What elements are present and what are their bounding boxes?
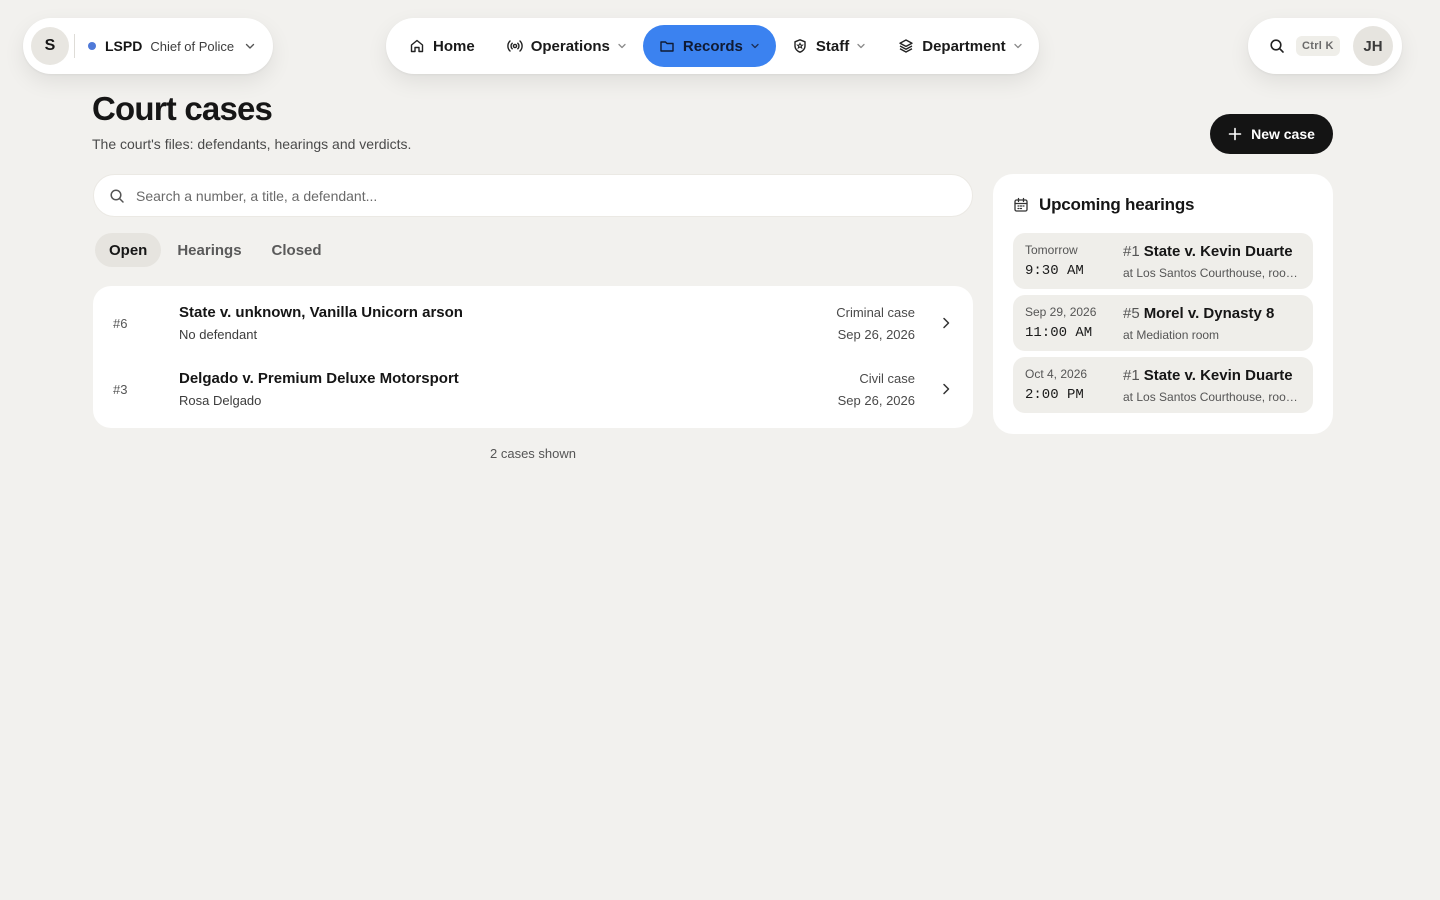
home-icon: [409, 38, 425, 54]
new-case-label: New case: [1251, 126, 1315, 142]
nav-records-label: Records: [682, 37, 743, 55]
search-shortcut-hint: Ctrl K: [1296, 36, 1340, 56]
org-role: Chief of Police: [150, 38, 235, 54]
hearing-date: Oct 4, 2026: [1025, 367, 1088, 381]
layers-icon: [898, 38, 914, 54]
user-avatar[interactable]: JH: [1353, 26, 1393, 66]
hearing-date: Tomorrow: [1025, 243, 1078, 257]
hearing-case-number: #1: [1123, 366, 1140, 384]
hearing-location: at Los Santos Courthouse, room 1: [1123, 265, 1301, 280]
nav-staff[interactable]: Staff: [776, 25, 882, 67]
utility-bar: Ctrl K JH: [1248, 18, 1402, 74]
search-input[interactable]: [136, 187, 956, 204]
new-case-button[interactable]: New case: [1210, 114, 1333, 154]
tab-closed[interactable]: Closed: [258, 233, 336, 267]
hearing-time: 2:00 PM: [1025, 387, 1084, 403]
chevron-right-icon: [939, 316, 953, 330]
chevron-right-icon: [939, 382, 953, 396]
nav-department[interactable]: Department: [882, 25, 1038, 67]
hearing-time: 11:00 AM: [1025, 325, 1093, 341]
hearing-item[interactable]: Tomorrow 9:30 AM #1 State v. Kevin Duarte…: [1013, 233, 1313, 289]
calendar-icon: [1013, 197, 1039, 213]
upcoming-hearings-panel: Upcoming hearings Tomorrow 9:30 AM #1 Sta…: [993, 174, 1333, 434]
case-tabs: Open Hearings Closed: [95, 233, 338, 267]
case-search: [93, 174, 973, 217]
search-icon[interactable]: [1266, 35, 1288, 57]
chevron-down-icon: [856, 41, 866, 51]
divider: [74, 34, 75, 58]
page-subtitle: The court's files: defendants, hearings …: [92, 136, 412, 152]
hearing-item[interactable]: Oct 4, 2026 2:00 PM #1 State v. Kevin Dua…: [1013, 357, 1313, 413]
case-title: State v. unknown, Vanilla Unicorn arson: [179, 304, 463, 321]
case-number: #6: [113, 315, 128, 331]
nav-department-label: Department: [922, 37, 1006, 55]
hearing-location: at Mediation room: [1123, 327, 1220, 342]
panel-title: Upcoming hearings: [1039, 195, 1195, 214]
nav-home-label: Home: [433, 37, 475, 55]
page-title: Court cases: [92, 90, 273, 127]
chevron-down-icon: [244, 40, 256, 52]
nav-staff-label: Staff: [815, 37, 850, 55]
list-item[interactable]: #6 State v. unknown, Vanilla Unicorn ars…: [93, 290, 973, 356]
chevron-down-icon: [750, 41, 760, 51]
case-number: #3: [113, 381, 128, 397]
case-defendant: No defendant: [179, 327, 258, 342]
hearing-case-number: #1: [1123, 242, 1140, 260]
hearing-item[interactable]: Sep 29, 2026 11:00 AM #5 Morel v. Dynasty…: [1013, 295, 1313, 351]
chevron-down-icon: [1013, 41, 1023, 51]
case-title: Delgado v. Premium Deluxe Motorsport: [179, 370, 459, 387]
hearing-time: 9:30 AM: [1025, 263, 1084, 279]
tab-hearings[interactable]: Hearings: [163, 233, 255, 267]
org-switcher[interactable]: S LSPD Chief of Police: [23, 18, 273, 74]
shield-icon: [792, 38, 808, 54]
tab-open[interactable]: Open: [95, 233, 162, 267]
case-defendant: Rosa Delgado: [179, 393, 262, 408]
hearing-case-title: State v. Kevin Duarte: [1143, 366, 1293, 384]
case-type: Criminal case: [836, 304, 915, 320]
hearing-case-title: State v. Kevin Duarte: [1143, 242, 1293, 260]
nav-operations-label: Operations: [530, 37, 610, 55]
search-icon: [109, 188, 125, 204]
case-date: Sep 26, 2026: [837, 392, 915, 408]
nav-records[interactable]: Records: [642, 25, 776, 67]
chevron-down-icon: [617, 41, 627, 51]
nav-home[interactable]: Home: [393, 25, 491, 67]
plus-icon: [1228, 127, 1242, 141]
radio-broadcast-icon: [506, 38, 523, 54]
hearing-location: at Los Santos Courthouse, room 1: [1123, 389, 1301, 404]
hearing-case-title: Morel v. Dynasty 8: [1143, 304, 1275, 322]
cases-count: 2 cases shown: [490, 446, 576, 461]
case-date: Sep 26, 2026: [837, 326, 915, 342]
list-item[interactable]: #3 Delgado v. Premium Deluxe Motorsport …: [93, 356, 973, 422]
org-avatar: S: [31, 27, 69, 65]
case-type: Civil case: [859, 370, 915, 386]
org-name: LSPD: [105, 38, 143, 54]
folder-icon: [659, 38, 675, 54]
cases-list: #6 State v. unknown, Vanilla Unicorn ars…: [93, 286, 973, 428]
status-dot: [88, 42, 96, 50]
hearing-case-number: #5: [1123, 304, 1140, 322]
hearing-date: Sep 29, 2026: [1025, 305, 1097, 319]
main-nav: Home Operations Records Staff Department: [386, 18, 1039, 74]
nav-operations[interactable]: Operations: [491, 25, 643, 67]
